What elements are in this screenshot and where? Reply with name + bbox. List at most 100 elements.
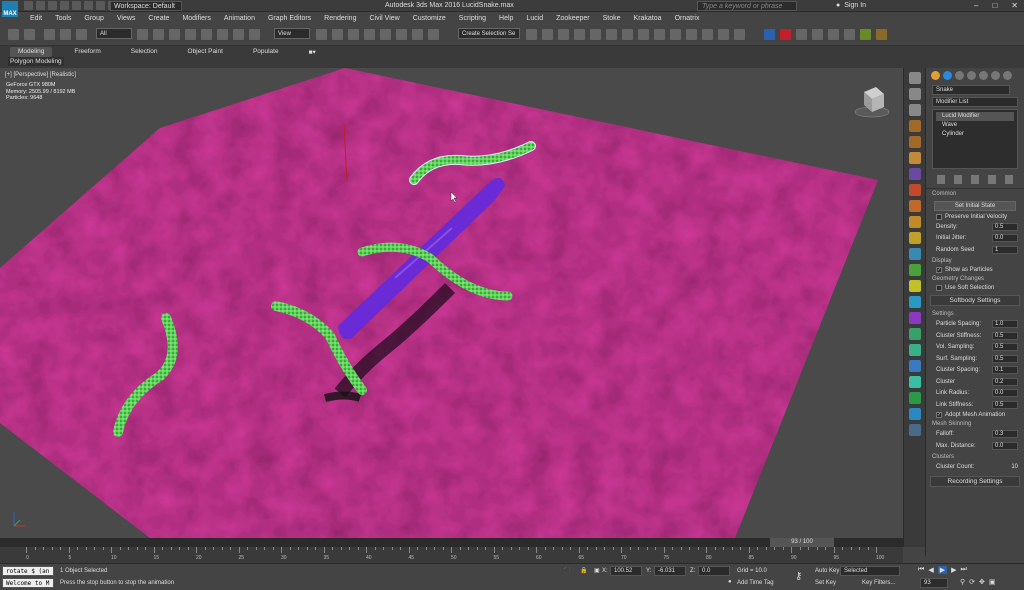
keyboard-shortcut-icon[interactable] — [348, 29, 359, 40]
menu-zookeeper[interactable]: Zookeeper — [556, 15, 589, 22]
named-selection-set-dropdown[interactable]: Create Selection Se — [458, 28, 520, 39]
gear-icon[interactable] — [812, 29, 823, 40]
make-unique-icon[interactable] — [970, 175, 979, 184]
param-spinner[interactable]: 0.1 — [992, 366, 1018, 375]
menu-lucid[interactable]: Lucid — [526, 15, 543, 22]
render-production-icon[interactable] — [670, 29, 681, 40]
bind-space-warp-icon[interactable] — [76, 29, 87, 40]
checkbox-checked[interactable]: ✓ — [936, 411, 942, 418]
app-logo[interactable]: MAX — [2, 1, 18, 17]
next-frame-icon[interactable]: ▶ — [951, 566, 956, 574]
menu-stoke[interactable]: Stoke — [603, 15, 621, 22]
object-name-field[interactable]: Snake — [932, 85, 1010, 95]
select-object-icon[interactable] — [137, 29, 148, 40]
pivot-icon[interactable] — [316, 29, 327, 40]
wave-icon[interactable] — [908, 200, 921, 212]
param-spinner[interactable]: 0.5 — [992, 354, 1018, 363]
redo-icon[interactable] — [24, 29, 35, 40]
orbit-icon[interactable]: ⟳ — [969, 578, 975, 586]
menu-create[interactable]: Create — [148, 15, 169, 22]
tab-selection[interactable]: Selection — [123, 47, 166, 57]
density-spinner[interactable]: 0.5 — [992, 222, 1018, 231]
key-icon[interactable]: ⚷ — [795, 571, 802, 582]
viewport-label[interactable]: [+] [Perspective] [Realistic] — [5, 72, 76, 78]
menu-group[interactable]: Group — [84, 15, 103, 22]
close-icon[interactable]: ✕ — [1011, 1, 1018, 10]
maxscript-listener[interactable]: rotate $ (an — [2, 566, 54, 576]
scale-icon[interactable] — [233, 29, 244, 40]
go-to-end-icon[interactable]: ⏭ — [960, 566, 966, 574]
settings-icon[interactable] — [796, 29, 807, 40]
hierarchy-tab-icon[interactable] — [955, 71, 964, 80]
rendered-frame-window-icon[interactable] — [654, 29, 665, 40]
redo-icon[interactable] — [72, 1, 81, 10]
preserve-velocity-checkbox[interactable]: Preserve Initial Velocity — [926, 213, 1024, 221]
current-frame-field[interactable]: 93 — [920, 578, 948, 588]
snake-icon[interactable] — [908, 376, 921, 388]
ribbon-subpanel[interactable]: Polygon Modeling — [8, 57, 64, 66]
menu-rendering[interactable]: Rendering — [324, 15, 356, 22]
menu-tools[interactable]: Tools — [55, 15, 71, 22]
ribbon-options-icon[interactable]: ■▾ — [301, 47, 324, 57]
panel-icon[interactable] — [908, 88, 921, 100]
display-tab-icon[interactable] — [979, 71, 988, 80]
stack-item-cylinder[interactable]: Cylinder — [936, 130, 1014, 139]
grass-icon[interactable] — [908, 264, 921, 276]
modify-tab-icon[interactable] — [943, 71, 952, 80]
softbody-settings-rollout[interactable]: Softbody Settings — [930, 294, 1020, 306]
create-tab-icon[interactable] — [931, 71, 940, 80]
stack-item-lucid-modifier[interactable]: Lucid Modifier — [936, 112, 1014, 121]
sign-in-label[interactable]: Sign In — [844, 2, 866, 9]
brush-icon[interactable] — [908, 360, 921, 372]
go-to-start-icon[interactable]: ⏮ — [918, 566, 924, 574]
render-iterative-icon[interactable] — [686, 29, 697, 40]
param-spinner[interactable]: 0.5 — [992, 343, 1018, 352]
toggle-ribbon-icon[interactable] — [574, 29, 585, 40]
sign-in[interactable]: ● Sign In — [836, 2, 866, 9]
remove-modifier-icon[interactable] — [988, 175, 997, 184]
bubble-icon[interactable] — [908, 312, 921, 324]
y-coordinate[interactable]: -6.031 — [654, 566, 686, 576]
pan-icon[interactable]: ✥ — [979, 578, 985, 586]
vine-icon[interactable] — [908, 344, 921, 356]
time-slider[interactable]: 93 / 100 — [0, 538, 903, 547]
branch-icon[interactable] — [908, 408, 921, 420]
configure-sets-icon[interactable] — [1005, 175, 1014, 184]
new-icon[interactable] — [24, 1, 33, 10]
select-by-name-icon[interactable] — [153, 29, 164, 40]
param-spinner[interactable]: 0.0 — [992, 389, 1018, 398]
save-icon[interactable] — [48, 1, 57, 10]
menu-animation[interactable]: Animation — [224, 15, 255, 22]
checkbox-box[interactable] — [936, 284, 942, 291]
cube-icon[interactable] — [876, 29, 887, 40]
chain-icon[interactable] — [908, 136, 921, 148]
pin-stack-icon[interactable] — [936, 175, 945, 184]
previous-frame-icon[interactable]: ◀ — [928, 566, 933, 574]
cloth-icon[interactable] — [908, 184, 921, 196]
soft-selection-checkbox[interactable]: Use Soft Selection — [926, 284, 1024, 292]
puzzle-icon[interactable] — [860, 29, 871, 40]
frame-icon[interactable] — [908, 72, 921, 84]
track-bar[interactable]: 0 5 10 15 20 25 30 35 40 45 50 55 60 65 70 75 80 85 90 95 10… — [0, 547, 903, 563]
magnet-icon[interactable] — [908, 248, 921, 260]
seed-spinner[interactable]: 1 — [992, 245, 1018, 254]
menu-help[interactable]: Help — [499, 15, 513, 22]
x-coordinate[interactable]: 100.52 — [610, 566, 642, 576]
viewcube[interactable] — [854, 87, 890, 118]
link-icon[interactable] — [44, 29, 55, 40]
reference-coordinate-dropdown[interactable]: View — [274, 28, 310, 39]
paint-icon[interactable] — [908, 328, 921, 340]
set-initial-state-button[interactable]: Set Initial State — [934, 201, 1016, 211]
rope-icon[interactable] — [908, 152, 921, 164]
param-spinner[interactable]: 1.0 — [992, 320, 1018, 329]
project-icon[interactable] — [84, 1, 93, 10]
menu-civil-view[interactable]: Civil View — [369, 15, 399, 22]
selection-filter-dropdown[interactable]: All — [96, 28, 132, 39]
edit-named-selection-icon[interactable] — [428, 29, 439, 40]
menu-customize[interactable]: Customize — [413, 15, 446, 22]
recording-settings-rollout[interactable]: Recording Settings — [930, 476, 1020, 487]
particle-icon[interactable] — [908, 296, 921, 308]
box-icon[interactable] — [908, 120, 921, 132]
workspace-dropdown[interactable]: Workspace: Default — [110, 1, 182, 11]
play-icon[interactable]: ▶ — [937, 566, 948, 574]
